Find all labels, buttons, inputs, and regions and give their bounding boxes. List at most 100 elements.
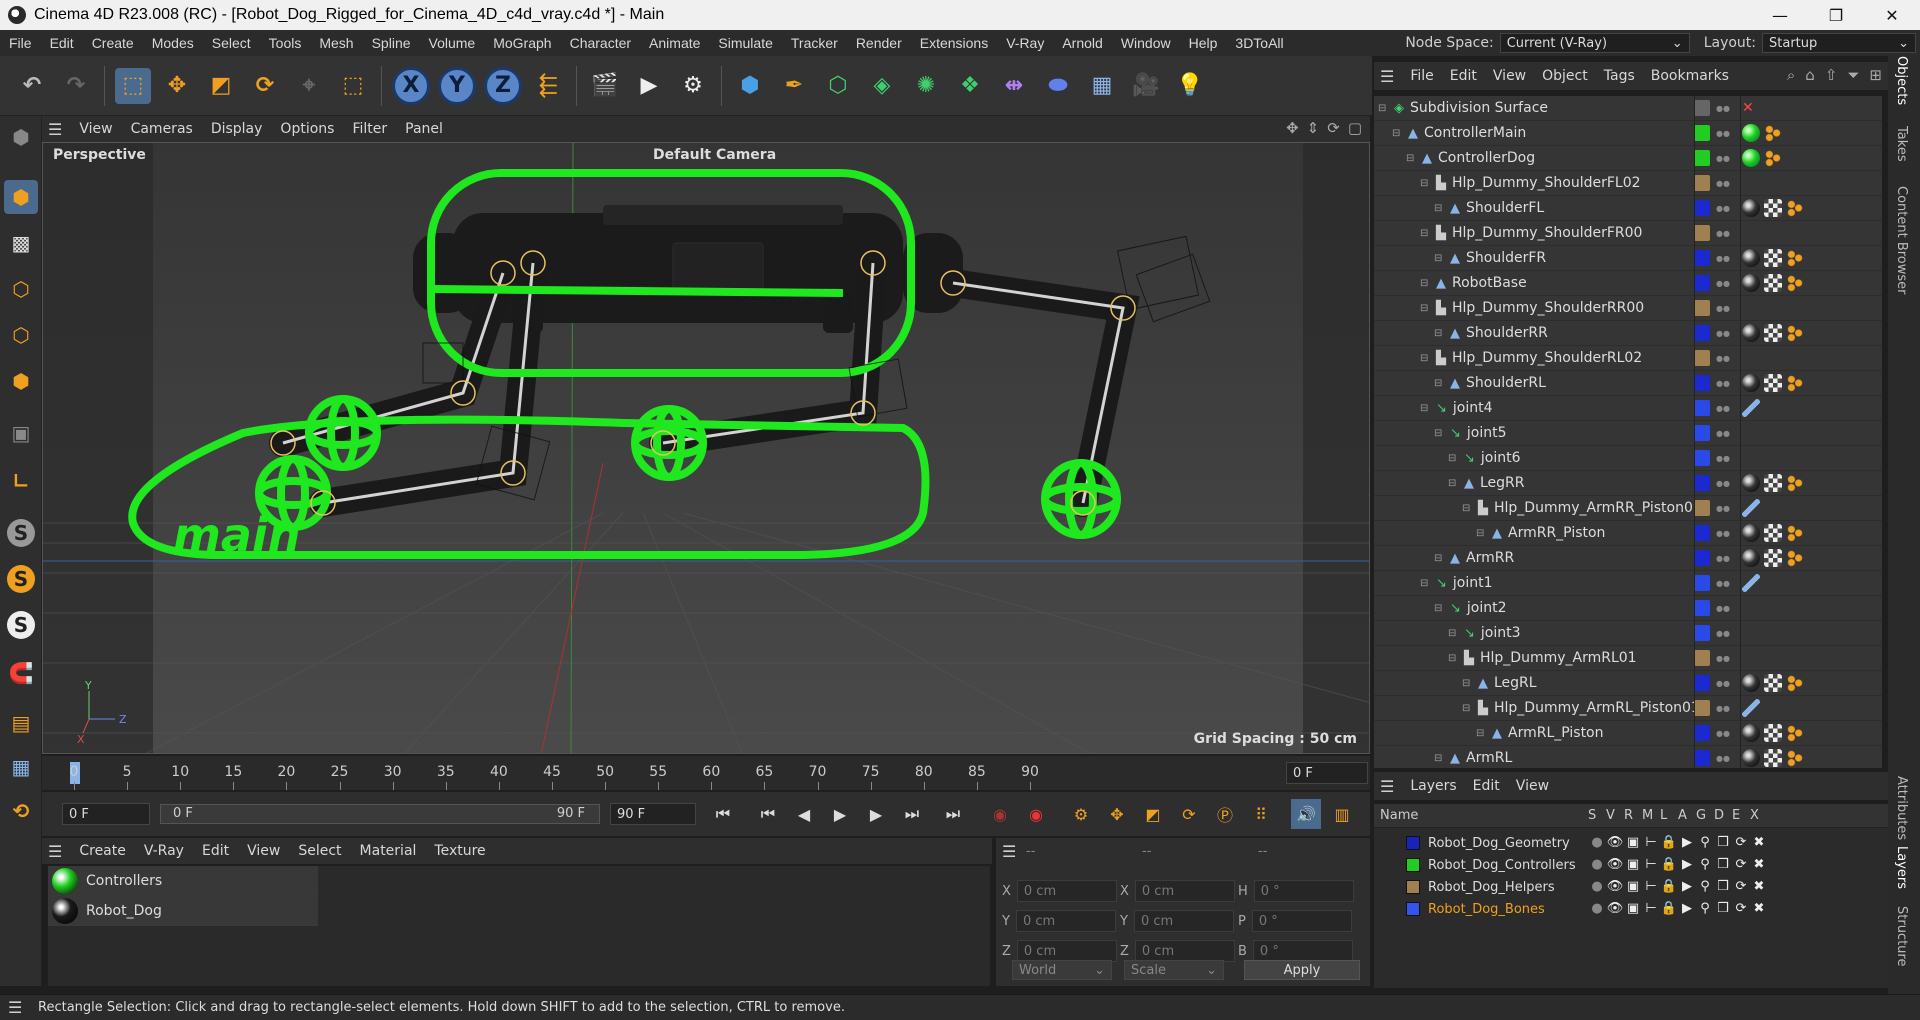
object-row[interactable]: ⊟ ▲ ControllerMain ●●: [1374, 121, 1882, 146]
layer-color-swatch[interactable]: [1694, 750, 1710, 766]
layer-color-swatch[interactable]: [1694, 625, 1710, 641]
coordinate-input[interactable]: 0 °: [1253, 880, 1354, 902]
dock-tab-structure[interactable]: Structure: [1894, 906, 1909, 966]
minimize-button[interactable]: —: [1752, 0, 1808, 30]
menu-simulate[interactable]: Simulate: [709, 35, 781, 51]
expand-toggle-icon[interactable]: ⊟: [1476, 528, 1484, 539]
deformer-button[interactable]: ⇹: [996, 68, 1032, 104]
texture-mode-button[interactable]: ▩: [4, 226, 38, 260]
layer-column-s[interactable]: S: [1588, 808, 1596, 823]
object-row[interactable]: ⊟ ▲ ArmRR_Piston ●●: [1374, 521, 1882, 546]
layer-color-swatch[interactable]: [1406, 836, 1420, 850]
solo-off-button[interactable]: S: [4, 516, 38, 550]
new-window-icon[interactable]: ⊞: [1869, 66, 1882, 84]
checker-tag-icon[interactable]: [1764, 199, 1782, 217]
orbit-view-icon[interactable]: ⟳: [1327, 119, 1340, 137]
visibility-dots-icon[interactable]: ●●: [1716, 629, 1730, 637]
layer-color-swatch[interactable]: [1694, 325, 1710, 341]
timeline-ruler[interactable]: 0 F 0 5 10 15 20 25 30 35 40 45 50 55 60 65 70 75 80 85 90: [42, 756, 1370, 790]
layer-color-swatch[interactable]: [1694, 375, 1710, 391]
menu-select[interactable]: Select: [203, 35, 260, 51]
ball-green-tag-icon[interactable]: [1742, 149, 1760, 167]
x-axis-lock-button[interactable]: X: [392, 66, 430, 105]
layer-color-swatch[interactable]: [1406, 858, 1420, 872]
layer-color-swatch[interactable]: [1406, 902, 1420, 916]
key-pla-button[interactable]: ⠿: [1246, 799, 1276, 829]
object-row[interactable]: ⊟ ◈ Subdivision Surface ✕ ●●: [1374, 96, 1882, 121]
object-menu-view[interactable]: View: [1485, 68, 1534, 84]
dock-tab-attributes[interactable]: Attributes: [1894, 776, 1909, 840]
visibility-dots-icon[interactable]: ●●: [1716, 754, 1730, 762]
dots-tag-icon[interactable]: [1786, 324, 1804, 342]
hamburger-icon[interactable]: ☰: [1380, 67, 1394, 86]
redo-button[interactable]: ↷: [58, 68, 94, 104]
material-menu-edit[interactable]: Edit: [193, 843, 238, 859]
layer-toggle-r-icon[interactable]: ▣: [1624, 879, 1642, 895]
next-key-button[interactable]: ⏭: [897, 799, 927, 829]
close-button[interactable]: ✕: [1864, 0, 1920, 30]
layer-column-name[interactable]: Name: [1380, 808, 1418, 823]
cube-primitive-button[interactable]: ⬢: [732, 68, 768, 104]
object-row[interactable]: ⊟ ▲ ArmRL ●●: [1374, 746, 1882, 768]
live-selection-button[interactable]: ⬚: [115, 67, 151, 104]
material-menu-view[interactable]: View: [238, 843, 289, 859]
current-frame-field[interactable]: 0 F: [1286, 762, 1368, 784]
checker-tag-icon[interactable]: [1764, 324, 1782, 342]
object-menu-object[interactable]: Object: [1534, 68, 1596, 84]
menu-file[interactable]: File: [0, 35, 41, 51]
menu-volume[interactable]: Volume: [420, 35, 485, 51]
object-row[interactable]: ⊟ ▙ Hlp_Dummy_ArmRL_Piston01 ●●: [1374, 696, 1882, 721]
end-frame-field[interactable]: 90 F: [610, 803, 696, 825]
layer-menu-edit[interactable]: Edit: [1465, 778, 1508, 794]
expand-toggle-icon[interactable]: ⊟: [1420, 178, 1428, 189]
hamburger-icon[interactable]: ☰: [1380, 777, 1394, 796]
visibility-dots-icon[interactable]: ●●: [1716, 729, 1730, 737]
layer-toggle-g-icon[interactable]: ⚲: [1696, 879, 1714, 895]
menu-animate[interactable]: Animate: [640, 35, 709, 51]
layer-color-swatch[interactable]: [1694, 650, 1710, 666]
layer-toggle-x-icon[interactable]: ✖: [1750, 835, 1768, 851]
layer-toggle-d-icon[interactable]: ❒: [1714, 835, 1732, 851]
menu-character[interactable]: Character: [561, 35, 640, 51]
visibility-dots-icon[interactable]: ●●: [1716, 579, 1730, 587]
visibility-dots-icon[interactable]: ●●: [1716, 479, 1730, 487]
keyframe-selection-button[interactable]: ⚙: [1066, 799, 1096, 829]
perspective-viewport[interactable]: main Y Z X Perspective Default Camera Gr…: [42, 142, 1370, 754]
layer-color-swatch[interactable]: [1694, 675, 1710, 691]
coordinate-input[interactable]: 0 cm: [1134, 940, 1235, 962]
dots-tag-icon[interactable]: [1786, 374, 1804, 392]
object-menu-file[interactable]: File: [1402, 68, 1441, 84]
make-editable-button[interactable]: ⬢: [4, 120, 38, 154]
render-picture-viewer-button[interactable]: ▶: [631, 68, 667, 104]
layer-color-swatch[interactable]: [1694, 725, 1710, 741]
menu-create[interactable]: Create: [83, 35, 143, 51]
expand-toggle-icon[interactable]: ⊟: [1434, 553, 1442, 564]
expand-toggle-icon[interactable]: ⊟: [1434, 378, 1442, 389]
object-row[interactable]: ⊟ ▲ LegRR ●●: [1374, 471, 1882, 496]
layer-toggle-a-icon[interactable]: ▶: [1678, 835, 1696, 851]
checker-tag-icon[interactable]: [1764, 374, 1782, 392]
play-button[interactable]: ▶: [825, 799, 855, 829]
layer-toggle-e-icon[interactable]: ⟳: [1732, 835, 1750, 851]
object-row[interactable]: ⊟ ▲ ArmRL_Piston ●●: [1374, 721, 1882, 746]
cloner-button[interactable]: ✺: [908, 68, 944, 104]
visibility-dots-icon[interactable]: ●●: [1716, 229, 1730, 237]
visibility-dots-icon[interactable]: ●●: [1716, 104, 1730, 112]
ball-dark-tag-icon[interactable]: [1742, 249, 1760, 267]
viewport-menu-view[interactable]: View: [70, 121, 121, 137]
layer-column-g[interactable]: G: [1696, 808, 1706, 823]
layer-color-swatch[interactable]: [1694, 275, 1710, 291]
solo-single-button[interactable]: S: [4, 562, 38, 596]
coordinate-system-button[interactable]: ⬱: [530, 68, 566, 104]
layer-toggle-x-icon[interactable]: ✖: [1750, 901, 1768, 917]
visibility-dots-icon[interactable]: ●●: [1716, 504, 1730, 512]
object-row[interactable]: ⊟ ▙ Hlp_Dummy_ArmRR_Piston01 ●●: [1374, 496, 1882, 521]
expand-toggle-icon[interactable]: ⊟: [1476, 728, 1484, 739]
expand-toggle-icon[interactable]: ⊟: [1462, 703, 1470, 714]
coordinate-input[interactable]: 0 cm: [1134, 880, 1235, 902]
layer-color-swatch[interactable]: [1694, 350, 1710, 366]
ik-tag-icon[interactable]: [1742, 574, 1760, 592]
layer-toggle-a-icon[interactable]: ▶: [1678, 857, 1696, 873]
layer-toggle-x-icon[interactable]: ✖: [1750, 857, 1768, 873]
object-row[interactable]: ⊟ ▲ ShoulderFL ●●: [1374, 196, 1882, 221]
